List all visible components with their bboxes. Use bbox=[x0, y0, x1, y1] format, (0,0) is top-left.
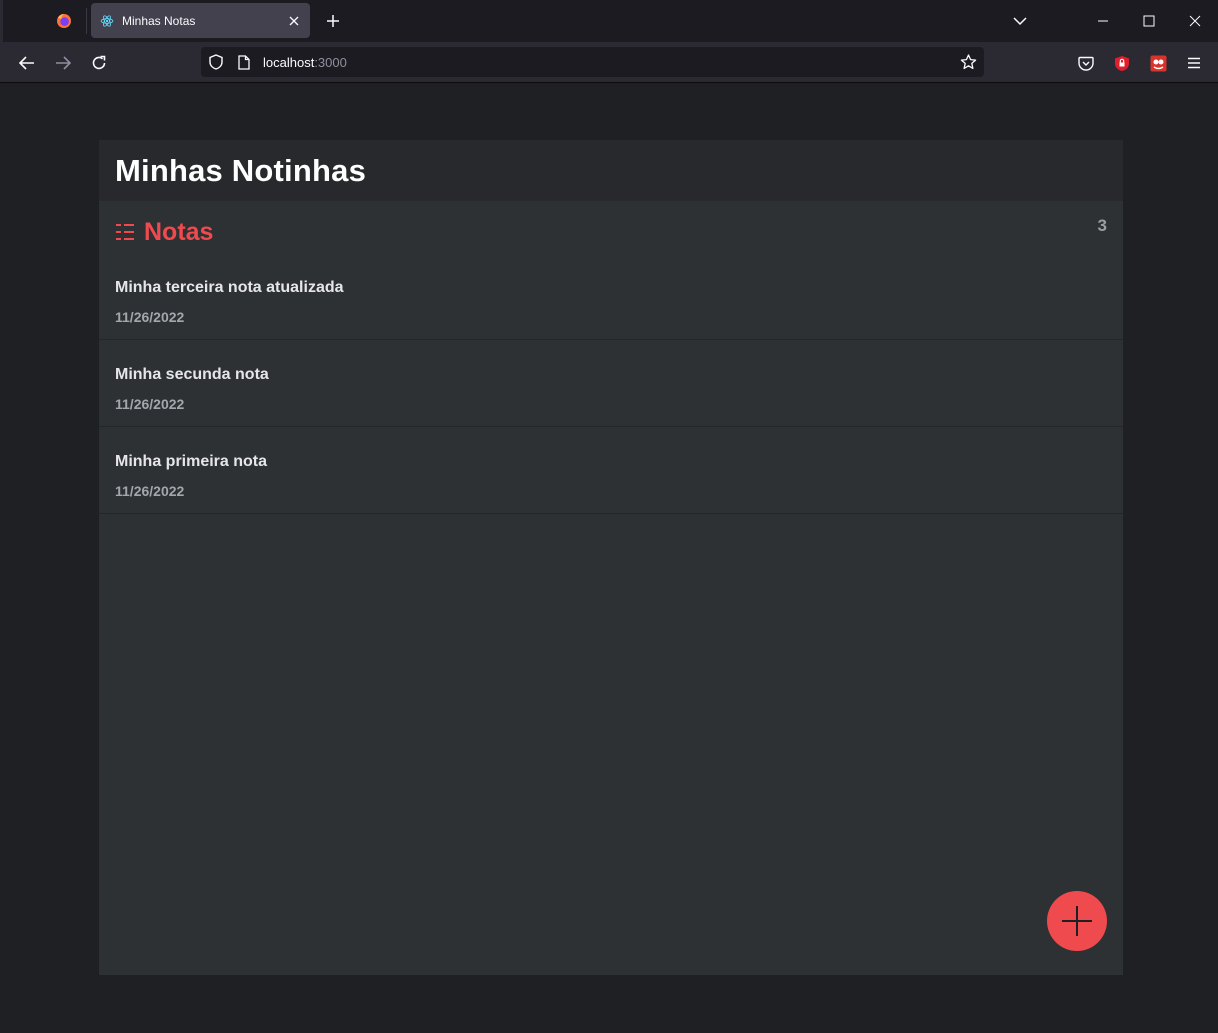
window-edge bbox=[0, 0, 3, 42]
extension-icon[interactable] bbox=[1147, 52, 1169, 74]
list-all-tabs-icon[interactable] bbox=[1005, 6, 1035, 36]
url-host: localhost bbox=[263, 55, 315, 70]
note-date: 11/26/2022 bbox=[115, 396, 185, 412]
minimize-icon[interactable] bbox=[1088, 6, 1118, 36]
new-tab-icon[interactable] bbox=[321, 9, 345, 33]
close-tab-icon[interactable] bbox=[286, 13, 302, 29]
back-arrow-icon[interactable] bbox=[13, 49, 41, 77]
tab-separator bbox=[86, 8, 87, 34]
window-close-icon[interactable] bbox=[1180, 6, 1210, 36]
page-viewport: Minhas Notinhas Notas 3 Minha terceira n… bbox=[0, 84, 1218, 1033]
notes-section-header: Notas 3 bbox=[99, 201, 1123, 253]
note-list-item[interactable]: Minha secunda nota 11/26/2022 bbox=[99, 340, 1123, 427]
tab-title: Minhas Notas bbox=[122, 13, 196, 28]
app-header: Minhas Notinhas bbox=[99, 140, 1123, 201]
bookmark-star-icon[interactable] bbox=[958, 52, 978, 72]
note-date: 11/26/2022 bbox=[115, 309, 185, 325]
menu-hamburger-icon[interactable] bbox=[1183, 52, 1205, 74]
url-port: :3000 bbox=[314, 55, 347, 70]
note-list-item[interactable]: Minha terceira nota atualizada 11/26/202… bbox=[99, 253, 1123, 340]
notes-section-title: Notas bbox=[144, 217, 214, 246]
maximize-icon[interactable] bbox=[1134, 6, 1164, 36]
notes-app: Minhas Notinhas Notas 3 Minha terceira n… bbox=[99, 140, 1123, 975]
tab-strip: Minhas Notas bbox=[0, 0, 1218, 42]
react-icon bbox=[99, 13, 115, 29]
plus-icon bbox=[1062, 906, 1092, 936]
note-list-item[interactable]: Minha primeira nota 11/26/2022 bbox=[99, 427, 1123, 514]
note-date: 11/26/2022 bbox=[115, 483, 185, 499]
list-icon bbox=[115, 222, 137, 242]
firefox-view-icon[interactable] bbox=[48, 5, 80, 37]
url-bar[interactable]: localhost:3000 bbox=[201, 47, 984, 77]
app-title: Minhas Notinhas bbox=[115, 153, 367, 188]
page-icon[interactable] bbox=[236, 53, 252, 71]
notes-count-badge: 3 bbox=[1097, 216, 1107, 235]
url-text[interactable]: localhost:3000 bbox=[263, 55, 347, 70]
note-title: Minha secunda nota bbox=[115, 366, 269, 383]
ublock-shield-icon[interactable] bbox=[1111, 52, 1133, 74]
add-note-button[interactable] bbox=[1047, 891, 1107, 951]
shield-icon[interactable] bbox=[207, 53, 225, 71]
navigation-toolbar: localhost:3000 bbox=[0, 42, 1218, 83]
browser-window: Minhas Notas localhost:3000 Minhas Notin… bbox=[0, 0, 1218, 1033]
forward-arrow-icon[interactable] bbox=[49, 49, 77, 77]
pocket-icon[interactable] bbox=[1075, 52, 1097, 74]
note-title: Minha terceira nota atualizada bbox=[115, 279, 344, 296]
tab-minhas-notas[interactable]: Minhas Notas bbox=[91, 3, 310, 38]
note-title: Minha primeira nota bbox=[115, 453, 268, 470]
reload-icon[interactable] bbox=[85, 49, 113, 77]
